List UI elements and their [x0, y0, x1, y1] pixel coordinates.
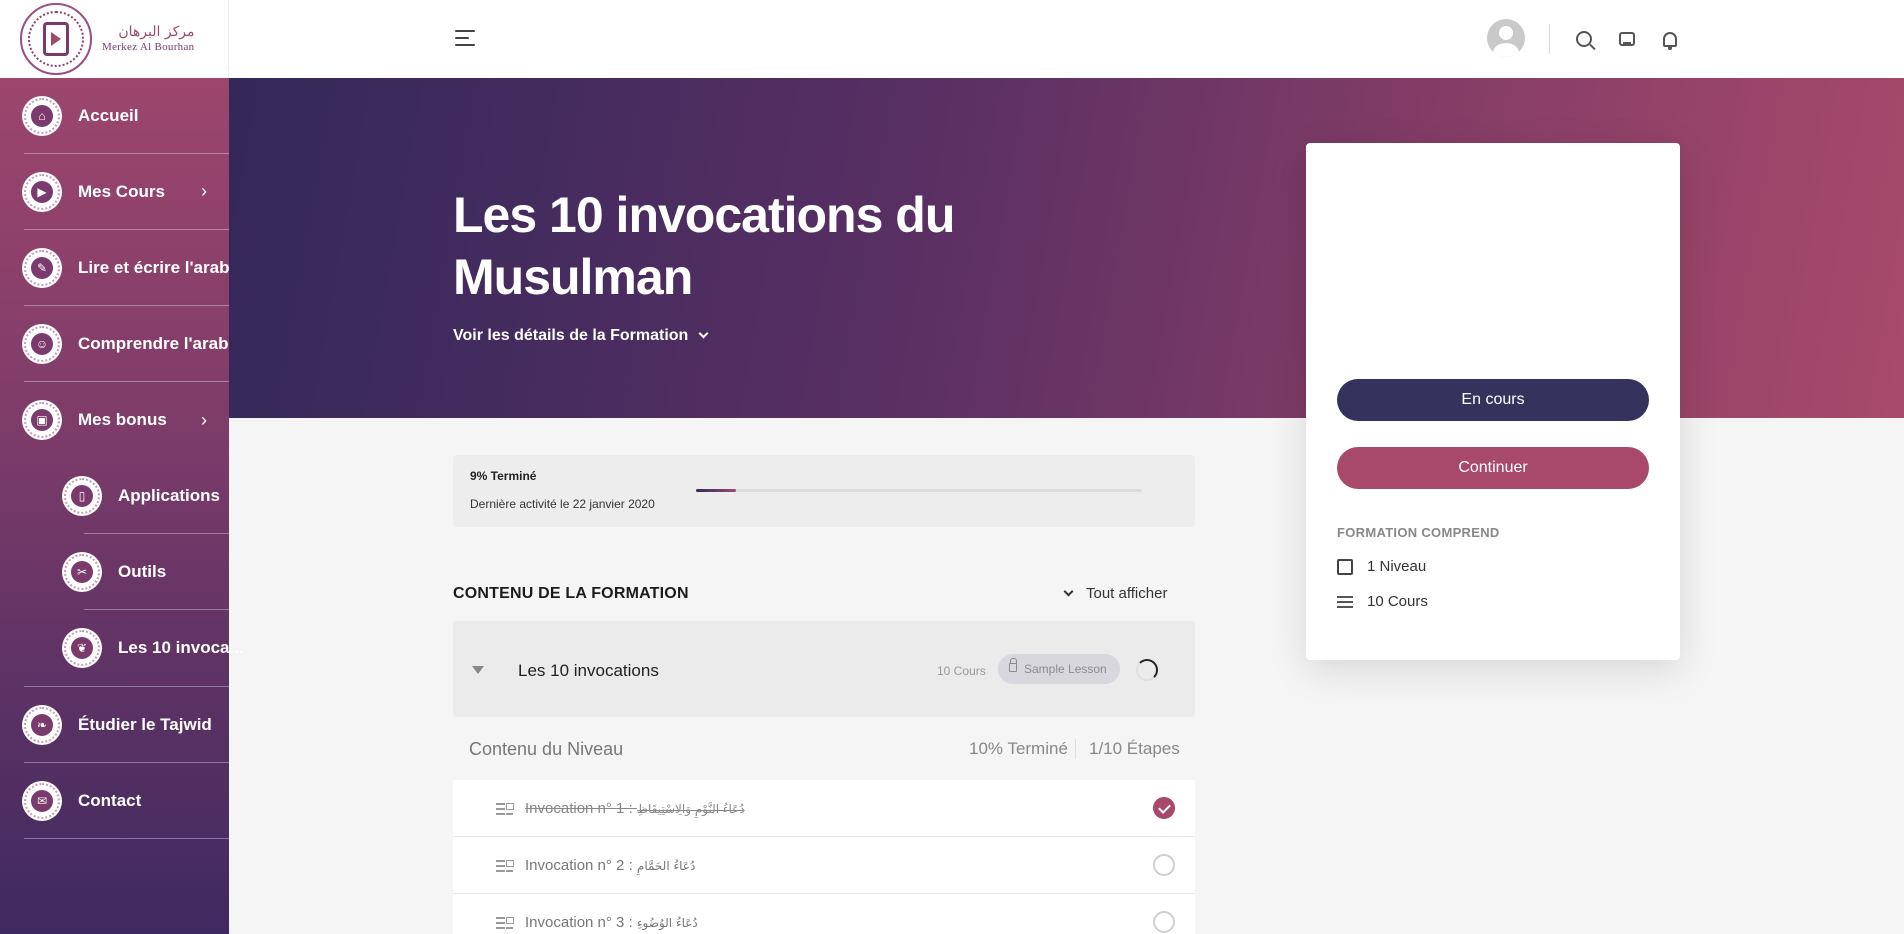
- lesson-title[interactable]: Invocation n° 3 : دُعَاءُ الوُضُوءِ: [525, 914, 698, 931]
- lesson-title[interactable]: Invocation n° 2 : دُعَاءُ الحَمَّامِ: [525, 857, 695, 874]
- sidebar-item-label: Accueil: [78, 105, 139, 125]
- sidebar-item-applications[interactable]: ▯ Applications: [64, 458, 229, 534]
- book-icon: [1337, 558, 1353, 575]
- sidebar-item-accueil[interactable]: ⌂ Accueil: [24, 78, 229, 154]
- show-all-button[interactable]: Tout afficher: [1063, 585, 1167, 602]
- sidebar: مركز البرهان Merkez Al Bourhan ⌂ Accueil…: [0, 0, 244, 934]
- sidebar-item-label: Les 10 invoca...: [118, 638, 244, 657]
- mail-icon: ✉: [24, 782, 60, 819]
- includes-heading: FORMATION COMPREND: [1337, 525, 1500, 540]
- chevron-right-icon: ›: [201, 181, 207, 201]
- list-icon: [1337, 594, 1353, 610]
- avatar[interactable]: [1487, 19, 1525, 57]
- sidebar-item-mes-cours[interactable]: ▶ Mes Cours ›: [24, 154, 229, 230]
- play-icon: ▶: [24, 173, 60, 210]
- sidebar-item-invocations[interactable]: ❦ Les 10 invoca...: [64, 610, 244, 686]
- sidebar-item-outils[interactable]: ✂ Outils: [64, 534, 229, 610]
- sidebar-item-comprendre[interactable]: ☺ Comprendre l'arabe: [24, 306, 238, 382]
- section-course-count: 10 Cours: [937, 664, 986, 678]
- open-book-icon: ❧: [24, 706, 60, 743]
- progress-ring-icon: [1136, 659, 1158, 681]
- chevron-down-icon: [698, 328, 709, 339]
- logo-emblem-icon: [20, 3, 92, 75]
- sample-lesson-badge: Sample Lesson: [998, 654, 1120, 684]
- progress-bar: [696, 489, 1142, 492]
- sidebar-item-label: Étudier le Tajwid: [78, 714, 212, 734]
- head-icon: ☺: [24, 325, 60, 362]
- lesson-row[interactable]: Invocation n° 1 : دُعَاءُ النَّوْمِ وَال…: [453, 780, 1195, 837]
- level-title: Contenu du Niveau: [469, 739, 624, 759]
- lesson-icon: [496, 858, 514, 872]
- home-icon: ⌂: [24, 97, 60, 134]
- sidebar-item-label: Lire et écrire l'arabe: [78, 257, 239, 277]
- menu-icon[interactable]: [455, 30, 477, 48]
- gift-icon: ▣: [24, 402, 60, 438]
- sidebar-item-tajwid[interactable]: ❧ Étudier le Tajwid: [24, 687, 229, 763]
- sidebar-item-label: Outils: [118, 561, 167, 581]
- lesson-icon: [496, 915, 514, 929]
- show-all-label: Tout afficher: [1086, 585, 1168, 602]
- sidebar-item-lire-ecrire[interactable]: ✎ Lire et écrire l'arabe: [24, 230, 239, 306]
- include-levels: 1 Niveau: [1337, 558, 1426, 575]
- lesson-incomplete-circle-icon: [1153, 911, 1175, 933]
- praying-hands-icon: ❦: [64, 630, 100, 666]
- logo-latin-text: Merkez Al Bourhan: [102, 40, 195, 53]
- inbox-icon[interactable]: [1616, 28, 1638, 50]
- lesson-row[interactable]: Invocation n° 3 : دُعَاءُ الوُضُوءِ: [453, 894, 1195, 934]
- level-steps: 1/10 Étapes: [1089, 739, 1180, 758]
- sidebar-item-label: Mes bonus: [78, 410, 167, 429]
- level-header: Contenu du Niveau 10% Terminé 1/10 Étape…: [453, 717, 1195, 780]
- lesson-complete-check-icon: [1153, 797, 1175, 819]
- course-details-toggle[interactable]: Voir les détails de la Formation: [453, 327, 709, 345]
- phone-icon: ▯: [64, 477, 100, 514]
- lesson-incomplete-circle-icon: [1153, 854, 1175, 876]
- sidebar-group-bonus: ▣ Mes bonus › ▯ Applications ✂ Outils ❦ …: [24, 382, 244, 687]
- sidebar-item-label: Comprendre l'arabe: [78, 333, 238, 353]
- continue-button[interactable]: Continuer: [1337, 447, 1649, 489]
- logo-arabic-text: مركز البرهان: [118, 24, 195, 41]
- sidebar-nav: ⌂ Accueil ▶ Mes Cours › ✎ Lire et écrire…: [0, 78, 244, 839]
- topbar-divider: [1549, 24, 1550, 54]
- reading-person-icon: ✎: [24, 249, 60, 286]
- expand-triangle-icon[interactable]: [472, 666, 484, 674]
- sidebar-item-label: Applications: [118, 485, 221, 505]
- section-row[interactable]: Les 10 invocations 10 Cours Sample Lesso…: [453, 621, 1195, 717]
- course-progress: 9% Terminé Dernière activité le 22 janvi…: [453, 455, 1195, 527]
- section-title: Les 10 invocations: [518, 661, 659, 680]
- chevron-down-icon: [1063, 586, 1074, 596]
- topbar: [229, 0, 1904, 78]
- bell-icon[interactable]: [1659, 28, 1681, 50]
- status-button[interactable]: En cours: [1337, 379, 1649, 421]
- last-activity: Dernière activité le 22 janvier 2020: [470, 497, 655, 511]
- tools-icon: ✂: [64, 553, 100, 590]
- search-icon[interactable]: [1573, 28, 1595, 50]
- level-divider: [1075, 739, 1076, 759]
- include-courses: 10 Cours: [1337, 593, 1428, 610]
- course-details-label: Voir les détails de la Formation: [453, 327, 689, 344]
- sidebar-item-label: Mes Cours: [78, 181, 165, 201]
- level-percent: 10% Terminé: [969, 739, 1068, 758]
- lesson-row[interactable]: Invocation n° 2 : دُعَاءُ الحَمَّامِ: [453, 837, 1195, 894]
- progress-label: 9% Terminé: [470, 469, 537, 483]
- lesson-icon: [496, 801, 514, 815]
- sidebar-item-mes-bonus[interactable]: ▣ Mes bonus ›: [24, 382, 229, 458]
- include-label: 1 Niveau: [1367, 558, 1427, 575]
- contents-heading: CONTENU DE LA FORMATION: [453, 585, 689, 602]
- sidebar-item-contact[interactable]: ✉ Contact: [24, 763, 229, 839]
- lesson-title[interactable]: Invocation n° 1 : دُعَاءُ النَّوْمِ وَال…: [525, 800, 745, 817]
- include-label: 10 Cours: [1367, 593, 1428, 610]
- course-summary-card: En cours Continuer FORMATION COMPREND 1 …: [1306, 143, 1680, 660]
- lock-icon: [1009, 658, 1017, 672]
- page-title: Les 10 invocations du Musulman: [453, 187, 955, 305]
- sidebar-item-label: Contact: [78, 790, 142, 810]
- chevron-right-icon: ›: [201, 409, 207, 430]
- logo[interactable]: مركز البرهان Merkez Al Bourhan: [0, 0, 229, 78]
- progress-bar-fill: [696, 489, 737, 492]
